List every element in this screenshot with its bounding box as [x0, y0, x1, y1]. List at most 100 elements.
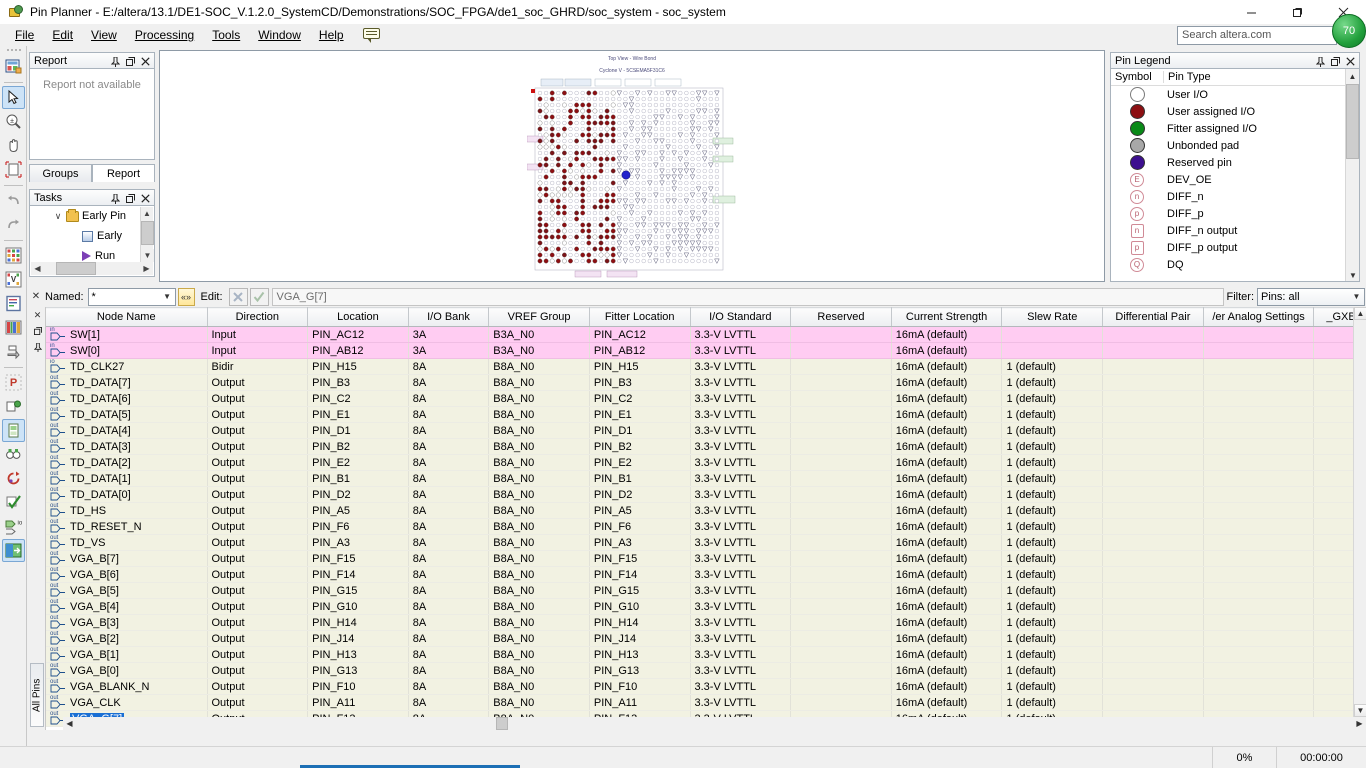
column-header[interactable]: Fitter Location	[589, 307, 691, 327]
cell-fitter-location[interactable]: PIN_B2	[589, 438, 691, 455]
cell-current-strength[interactable]: 16mA (default)	[891, 406, 1003, 423]
cell-slew-rate[interactable]: 1 (default)	[1001, 662, 1104, 679]
cell-slew-rate[interactable]: 1 (default)	[1001, 678, 1104, 695]
cell-io-standard[interactable]: 3.3-V LVTTL	[690, 422, 792, 439]
cell-io-bank[interactable]: 3A	[408, 342, 490, 359]
cell-direction[interactable]: Output	[207, 662, 309, 679]
cell-node-name[interactable]: out VGA_B[6]	[46, 566, 208, 583]
cell-vref-group[interactable]: B3A_N0	[488, 326, 590, 343]
cell-direction[interactable]: Output	[207, 550, 309, 567]
live-io-check-icon[interactable]	[2, 443, 25, 466]
cell-fitter-location[interactable]: PIN_F15	[589, 550, 691, 567]
maximize-button[interactable]	[1274, 0, 1320, 24]
cell-io-standard[interactable]: 3.3-V LVTTL	[690, 582, 792, 599]
cell-differential-pair[interactable]	[1102, 502, 1204, 519]
cell-location[interactable]: PIN_H14	[307, 614, 409, 631]
cell-vref-group[interactable]: B8A_N0	[488, 534, 590, 551]
table-row[interactable]: out VGA_B[2] Output PIN_J14 8A B8A_N0 PIN_J14 3…	[46, 630, 1366, 647]
cell-node-name[interactable]: out VGA_CLK	[46, 694, 208, 711]
cell-io-bank[interactable]: 8A	[408, 374, 490, 391]
cell-vref-group[interactable]: B8A_N0	[488, 662, 590, 679]
cell-fitter-location[interactable]: PIN_H14	[589, 614, 691, 631]
cell-differential-pair[interactable]	[1102, 566, 1204, 583]
cell-io-standard[interactable]: 3.3-V LVTTL	[690, 630, 792, 647]
refresh-icon[interactable]	[2, 467, 25, 490]
tasks-tree[interactable]: ∨ Early Pin Early Run ▲ ▼ ◀ ▶	[29, 206, 155, 277]
column-header[interactable]: Current Strength	[891, 307, 1003, 327]
cell-node-name[interactable]: out TD_DATA[7]	[46, 374, 208, 391]
cell-location[interactable]: PIN_B1	[307, 470, 409, 487]
cell-io-standard[interactable]: 3.3-V LVTTL	[690, 486, 792, 503]
chevron-down-icon[interactable]: ▼	[1349, 289, 1364, 305]
cell-analog-settings[interactable]	[1203, 518, 1315, 535]
cell-differential-pair[interactable]	[1102, 374, 1204, 391]
cell-location[interactable]: PIN_AC12	[307, 326, 409, 343]
menu-file[interactable]: File	[6, 26, 43, 44]
cell-vref-group[interactable]: B8A_N0	[488, 358, 590, 375]
close-strip-icon[interactable]: ✕	[29, 307, 46, 323]
io-assignment-icon[interactable]: io	[2, 515, 25, 538]
cell-slew-rate[interactable]: 1 (default)	[1001, 438, 1104, 455]
cell-analog-settings[interactable]	[1203, 406, 1315, 423]
cell-fitter-location[interactable]: PIN_AC12	[589, 326, 691, 343]
cell-differential-pair[interactable]	[1102, 518, 1204, 535]
cell-vref-group[interactable]: B8A_N0	[488, 470, 590, 487]
scroll-thumb[interactable]	[141, 221, 154, 245]
table-row[interactable]: out TD_DATA[1] Output PIN_B1 8A B8A_N0 PIN_B1 3…	[46, 470, 1366, 487]
cell-vref-group[interactable]: B8A_N0	[488, 486, 590, 503]
cell-reserved[interactable]	[790, 630, 892, 647]
undo-icon[interactable]	[2, 189, 25, 212]
cell-node-name[interactable]: out VGA_B[5]	[46, 582, 208, 599]
cell-reserved[interactable]	[790, 326, 892, 343]
cell-differential-pair[interactable]	[1102, 470, 1204, 487]
cell-fitter-location[interactable]: PIN_E2	[589, 454, 691, 471]
cell-io-standard[interactable]: 3.3-V LVTTL	[690, 662, 792, 679]
cell-current-strength[interactable]: 16mA (default)	[891, 470, 1003, 487]
cell-analog-settings[interactable]	[1203, 694, 1315, 711]
scroll-thumb[interactable]	[1346, 84, 1359, 159]
cell-slew-rate[interactable]: 1 (default)	[1001, 486, 1104, 503]
cell-io-bank[interactable]: 8A	[408, 422, 490, 439]
cell-analog-settings[interactable]	[1203, 358, 1315, 375]
cell-vref-group[interactable]: B8A_N0	[488, 406, 590, 423]
cell-reserved[interactable]	[790, 646, 892, 663]
cell-location[interactable]: PIN_F15	[307, 550, 409, 567]
cell-direction[interactable]: Input	[207, 342, 309, 359]
cell-slew-rate[interactable]	[1001, 342, 1104, 359]
cell-differential-pair[interactable]	[1102, 694, 1204, 711]
cell-node-name[interactable]: out TD_DATA[1]	[46, 470, 208, 487]
scroll-up-icon[interactable]: ▲	[1354, 307, 1366, 320]
cell-direction[interactable]: Output	[207, 486, 309, 503]
show-io-banks-icon[interactable]	[1, 539, 25, 562]
cell-location[interactable]: PIN_B3	[307, 374, 409, 391]
scroll-down-icon[interactable]: ▼	[141, 249, 154, 262]
scroll-down-icon[interactable]: ▼	[1354, 704, 1366, 717]
cell-analog-settings[interactable]	[1203, 422, 1315, 439]
cell-current-strength[interactable]: 16mA (default)	[891, 390, 1003, 407]
cell-differential-pair[interactable]	[1102, 390, 1204, 407]
cell-io-standard[interactable]: 3.3-V LVTTL	[690, 454, 792, 471]
cell-io-bank[interactable]: 8A	[408, 406, 490, 423]
close-strip-icon[interactable]: ✕	[29, 291, 43, 302]
menu-help[interactable]: Help	[310, 26, 353, 44]
cell-io-bank[interactable]: 8A	[408, 454, 490, 471]
pin-panel-icon[interactable]	[110, 56, 121, 68]
table-row[interactable]: in SW[0] Input PIN_AB12 3A B3A_N0 PIN_AB12 3.3-…	[46, 342, 1366, 359]
cell-current-strength[interactable]: 16mA (default)	[891, 374, 1003, 391]
io-bank-icon[interactable]	[2, 395, 25, 418]
cell-analog-settings[interactable]	[1203, 326, 1315, 343]
cell-vref-group[interactable]: B8A_N0	[488, 566, 590, 583]
table-row[interactable]: io TD_CLK27 Bidir PIN_H15 8A B8A_N0 PIN_H15 3.3…	[46, 358, 1366, 375]
grid-vertical-scrollbar[interactable]: ▲ ▼	[1353, 307, 1366, 717]
cell-io-standard[interactable]: 3.3-V LVTTL	[690, 566, 792, 583]
scroll-down-icon[interactable]: ▼	[1346, 268, 1359, 281]
cell-slew-rate[interactable]: 1 (default)	[1001, 614, 1104, 631]
cell-location[interactable]: PIN_G15	[307, 582, 409, 599]
named-input[interactable]: * ▼	[87, 287, 176, 306]
scroll-left-icon[interactable]: ◀	[31, 262, 44, 275]
menu-edit[interactable]: Edit	[43, 26, 82, 44]
vref-group-icon[interactable]	[1, 419, 25, 442]
cell-analog-settings[interactable]	[1203, 486, 1315, 503]
pan-hand-icon[interactable]	[2, 134, 25, 157]
cell-direction[interactable]: Output	[207, 454, 309, 471]
